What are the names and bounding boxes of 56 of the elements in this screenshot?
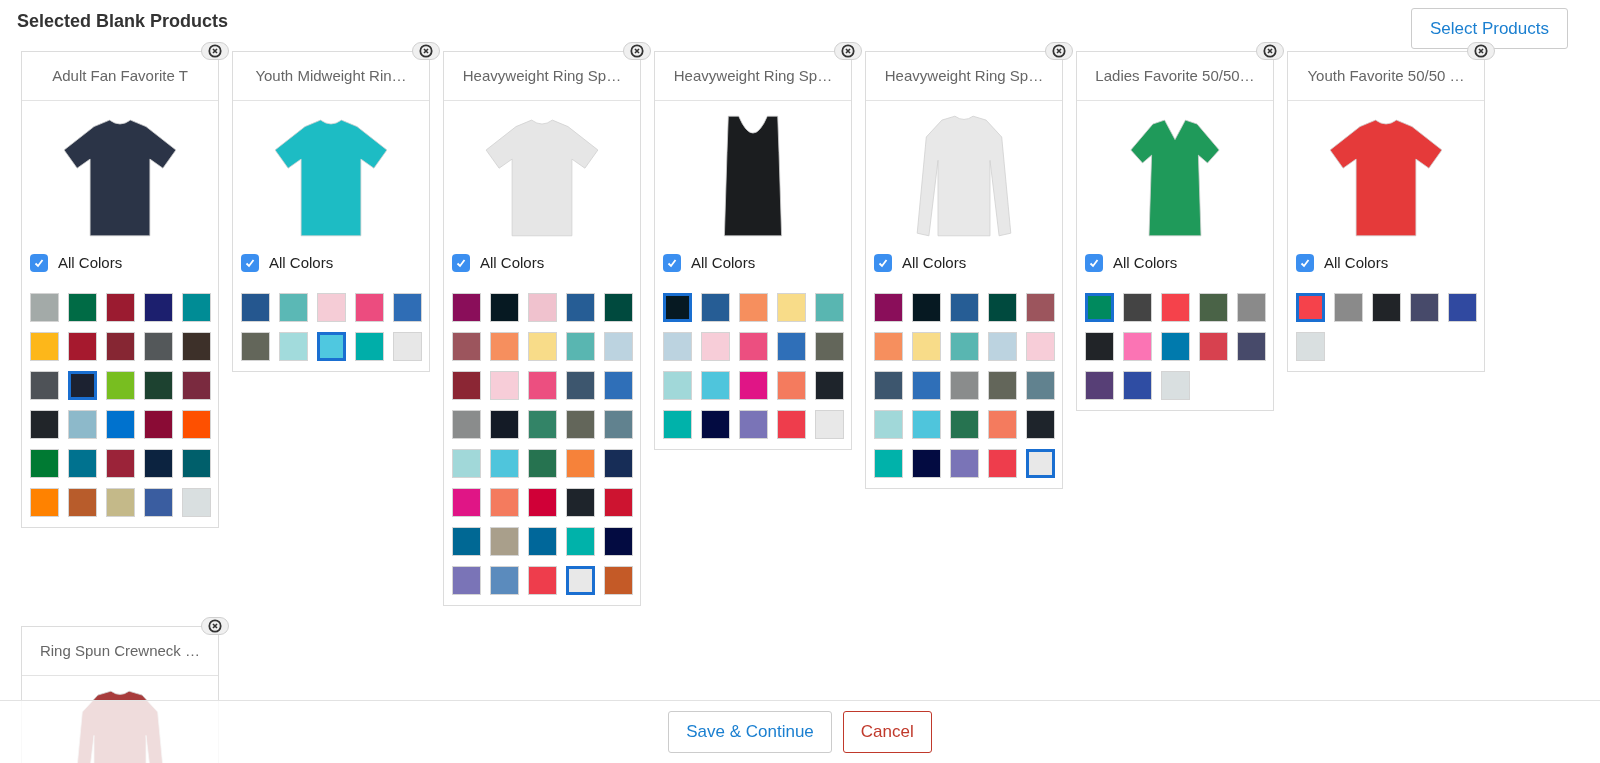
checkmark-icon	[33, 257, 45, 269]
product-name: Heavyweight Ring Sp…	[462, 65, 622, 86]
remove-button[interactable]	[834, 42, 862, 60]
all-colors-checkbox[interactable]	[452, 254, 470, 272]
color-swatch[interactable]	[1296, 293, 1325, 322]
select-products-button[interactable]: Select Products	[1410, 8, 1568, 49]
remove-button[interactable]	[201, 42, 229, 60]
all-colors-label: All Colors	[1113, 252, 1178, 273]
product-name: Youth Midweight Rin…	[255, 65, 407, 86]
remove-button[interactable]	[623, 42, 651, 60]
color-swatch[interactable]	[566, 566, 595, 595]
close-icon	[841, 44, 855, 58]
product-name: Heavyweight Ring Sp…	[673, 65, 833, 86]
remove-button[interactable]	[201, 617, 229, 635]
remove-button[interactable]	[1256, 42, 1284, 60]
all-colors-checkbox[interactable]	[30, 254, 48, 272]
close-icon	[630, 44, 644, 58]
cancel-button[interactable]: Cancel	[842, 711, 932, 753]
color-swatch[interactable]	[317, 332, 346, 361]
close-icon	[1474, 44, 1488, 58]
color-swatch[interactable]	[663, 293, 692, 322]
close-icon	[1263, 44, 1277, 58]
all-colors-checkbox[interactable]	[1085, 254, 1103, 272]
remove-button[interactable]	[412, 42, 440, 60]
all-colors-checkbox[interactable]	[241, 254, 259, 272]
product-name: Heavyweight Ring Sp…	[884, 65, 1044, 86]
checkmark-icon	[455, 257, 467, 269]
all-colors-checkbox[interactable]	[663, 254, 681, 272]
product-name: Youth Favorite 50/50 …	[1307, 65, 1465, 86]
close-icon	[419, 44, 433, 58]
save-continue-button[interactable]: Save & Continue	[668, 711, 832, 753]
checkmark-icon	[666, 257, 678, 269]
checkmark-icon	[1299, 257, 1311, 269]
all-colors-label: All Colors	[480, 252, 545, 273]
all-colors-label: All Colors	[58, 252, 123, 273]
color-swatch[interactable]	[1085, 293, 1114, 322]
all-colors-label: All Colors	[902, 252, 967, 273]
remove-button[interactable]	[1467, 42, 1495, 60]
close-icon	[208, 619, 222, 633]
all-colors-checkbox[interactable]	[1296, 254, 1314, 272]
close-icon	[1052, 44, 1066, 58]
all-colors-checkbox[interactable]	[874, 254, 892, 272]
checkmark-icon	[1088, 257, 1100, 269]
checkmark-icon	[877, 257, 889, 269]
product-name: Ladies Favorite 50/50…	[1095, 65, 1255, 86]
color-swatch[interactable]	[1026, 449, 1055, 478]
product-name: Ring Spun Crewneck …	[39, 640, 201, 661]
all-colors-label: All Colors	[691, 252, 756, 273]
remove-button[interactable]	[1045, 42, 1073, 60]
close-icon	[208, 44, 222, 58]
all-colors-label: All Colors	[269, 252, 334, 273]
product-name: Adult Fan Favorite T	[52, 65, 188, 86]
all-colors-label: All Colors	[1324, 252, 1389, 273]
checkmark-icon	[244, 257, 256, 269]
page-title: Selected Blank Products	[17, 10, 229, 33]
color-swatch[interactable]	[68, 371, 97, 400]
